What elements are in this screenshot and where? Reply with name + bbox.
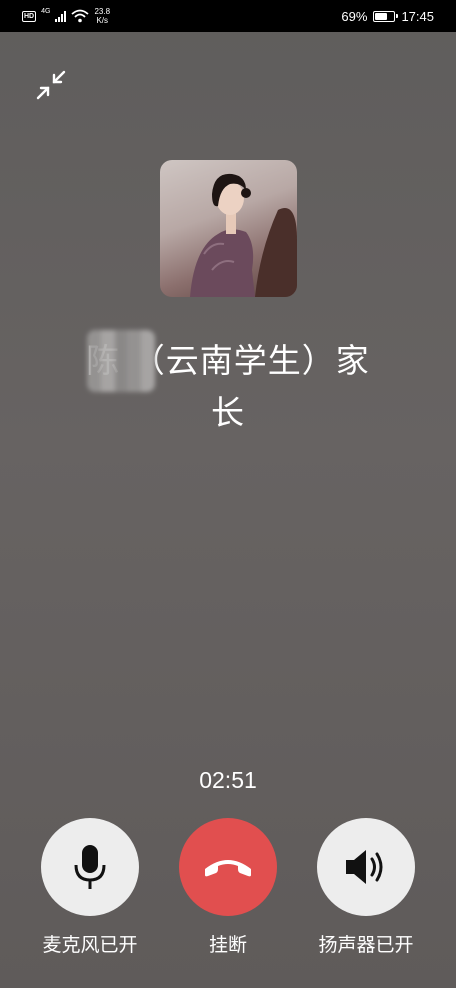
battery-percent: 69%	[341, 8, 368, 24]
microphone-label: 麦克风已开	[42, 934, 138, 956]
network-type: 4G	[41, 7, 51, 15]
speaker-icon	[346, 850, 383, 884]
hangup-button[interactable]	[179, 818, 277, 916]
minimize-icon[interactable]	[34, 68, 68, 102]
wifi-icon	[71, 9, 90, 23]
speaker-label: 扬声器已开	[318, 934, 414, 956]
hd-badge: HD	[22, 10, 37, 22]
network-speed: 23.8 K/s	[94, 7, 110, 25]
contact-name-line2: 长	[211, 393, 245, 432]
hangup-label: 挂断	[208, 934, 247, 956]
battery-level-fill	[375, 12, 388, 20]
clock: 17:45	[401, 8, 434, 24]
microphone-button[interactable]	[41, 818, 139, 916]
battery-icon	[373, 10, 399, 22]
speaker-button[interactable]	[317, 818, 415, 916]
speed-value: 23.8	[94, 7, 111, 16]
call-timer: 02:51	[199, 767, 257, 793]
status-right: 69% 17:45	[341, 0, 434, 32]
microphone-icon	[74, 845, 106, 889]
avatar-photo	[190, 173, 297, 297]
status-left: HD 4G 23.8 K/s	[22, 6, 110, 26]
status-bar: HD 4G 23.8 K/s 69% 17:45	[0, 0, 456, 32]
speed-unit: K/s	[96, 16, 109, 25]
hangup-phone-icon	[205, 860, 251, 877]
name-privacy-blur	[87, 330, 155, 392]
signal-icon	[55, 10, 67, 22]
contact-avatar	[160, 160, 297, 297]
